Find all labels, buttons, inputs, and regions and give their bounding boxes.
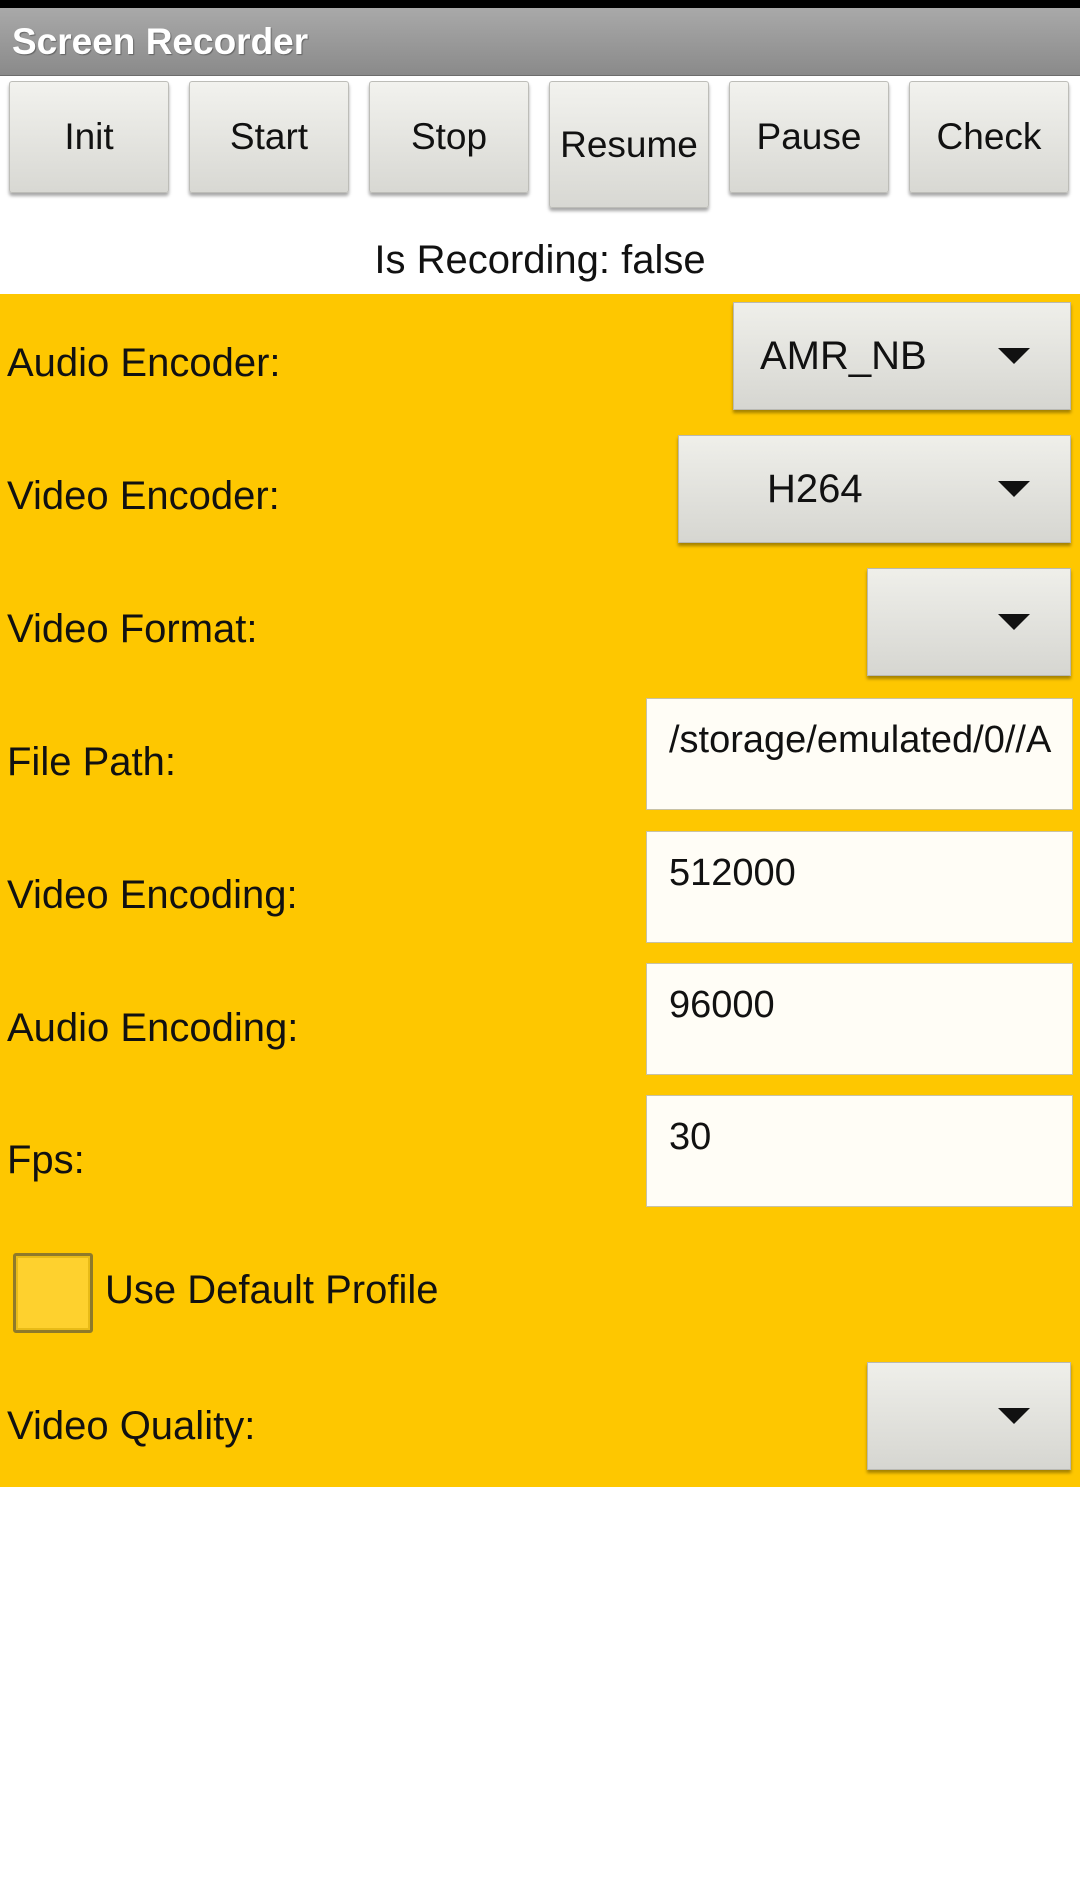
fps-label: Fps: <box>7 1138 85 1182</box>
audio-encoder-value: AMR_NB <box>760 333 927 378</box>
video-encoder-spinner[interactable]: H264 <box>678 435 1071 543</box>
video-encoding-field[interactable]: 512000 <box>646 831 1073 943</box>
status-bar <box>0 0 1080 8</box>
title-bar: Screen Recorder <box>0 8 1080 76</box>
audio-encoder-spinner[interactable]: AMR_NB <box>733 302 1071 410</box>
video-encoder-value: H264 <box>767 466 863 511</box>
resume-button[interactable]: Resume <box>549 81 709 208</box>
triangle-down-icon <box>998 481 1030 497</box>
video-quality-spinner[interactable] <box>867 1362 1071 1470</box>
stop-button[interactable]: Stop <box>369 81 529 193</box>
check-button[interactable]: Check <box>909 81 1069 193</box>
file-path-value: /storage/emulated/0//A <box>669 719 1052 761</box>
audio-encoding-label: Audio Encoding: <box>7 1006 299 1050</box>
recording-status: Is Recording: false <box>374 238 706 282</box>
triangle-down-icon <box>998 1408 1030 1424</box>
use-default-profile-checkbox[interactable] <box>13 1253 93 1333</box>
file-path-field[interactable]: /storage/emulated/0//A <box>646 698 1073 810</box>
video-format-label: Video Format: <box>7 607 258 651</box>
video-format-spinner[interactable] <box>867 568 1071 676</box>
video-encoding-label: Video Encoding: <box>7 873 298 917</box>
init-button[interactable]: Init <box>9 81 169 193</box>
triangle-down-icon <box>998 348 1030 364</box>
pause-button[interactable]: Pause <box>729 81 889 193</box>
audio-encoding-value: 96000 <box>669 984 775 1026</box>
file-path-label: File Path: <box>7 740 176 784</box>
fps-field[interactable]: 30 <box>646 1095 1073 1207</box>
screen-recorder-app: Screen Recorder Init Start Stop Resume P… <box>0 0 1080 1887</box>
app-title: Screen Recorder <box>12 21 309 62</box>
audio-encoder-label: Audio Encoder: <box>7 341 281 385</box>
audio-encoding-field[interactable]: 96000 <box>646 963 1073 1075</box>
video-quality-label: Video Quality: <box>7 1404 256 1448</box>
start-button[interactable]: Start <box>189 81 349 193</box>
use-default-profile-label[interactable]: Use Default Profile <box>105 1268 438 1313</box>
video-encoder-label: Video Encoder: <box>7 474 280 518</box>
triangle-down-icon <box>998 614 1030 630</box>
video-encoding-value: 512000 <box>669 852 796 894</box>
fps-value: 30 <box>669 1116 712 1158</box>
